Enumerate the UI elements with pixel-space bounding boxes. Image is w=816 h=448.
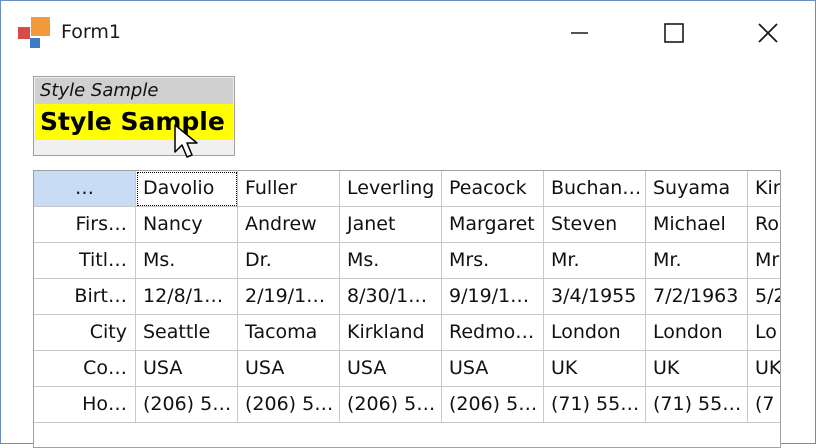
grid-cell[interactable]: Andrew [238,207,340,243]
grid-cell[interactable]: UK [544,351,646,387]
close-button[interactable] [745,13,791,53]
grid-row-header[interactable]: Birt… [34,279,136,315]
title-bar[interactable]: Form1 [1,1,815,65]
grid-cell[interactable]: Steven [544,207,646,243]
maximize-icon [664,23,684,43]
grid-cell[interactable]: (71) 55… [544,387,646,423]
grid-cell[interactable]: Kirkland [340,315,442,351]
grid-row-header[interactable]: Firs… [34,207,136,243]
grid-cell[interactable]: (206) 5… [238,387,340,423]
grid-cell[interactable]: Tacoma [238,315,340,351]
grid-cell[interactable]: London [646,315,748,351]
grid-cell[interactable]: Redmo… [442,315,544,351]
style-sample-box[interactable]: Style Sample Style Sample [33,76,235,156]
grid-cell[interactable]: UK [646,351,748,387]
style-sample-italic: Style Sample [35,78,233,104]
minimize-icon [571,32,588,34]
grid-cell[interactable]: London [544,315,646,351]
grid-cell[interactable]: Nancy [136,207,238,243]
grid-cell[interactable]: UK [748,351,780,387]
grid-cell[interactable]: Janet [340,207,442,243]
grid-cell[interactable]: 8/30/1… [340,279,442,315]
grid-cell[interactable]: Mr [748,243,780,279]
client-area: Style Sample Style Sample … Davolio Fuller… [1,65,815,448]
app-icon [18,17,50,49]
grid-column-header[interactable]: Leverling [340,171,442,207]
property-grid[interactable]: … Davolio Fuller Leverling Peacock Buchan… Suy… [33,170,781,448]
grid-cell[interactable]: (7 [748,387,780,423]
minimize-button[interactable] [557,13,603,53]
grid-column-header[interactable]: Suyama [646,171,748,207]
close-icon [758,23,778,43]
grid-cell[interactable]: Ro [748,207,780,243]
grid-cell[interactable]: USA [340,351,442,387]
grid-cell[interactable]: Lo [748,315,780,351]
mouse-cursor-icon [174,124,198,158]
window-title: Form1 [61,21,121,43]
grid-corner-cell[interactable]: … [34,171,136,207]
grid-cell[interactable]: 3/4/1955 [544,279,646,315]
grid-column-header[interactable]: Buchan… [544,171,646,207]
grid-row-header[interactable]: Titl… [34,243,136,279]
grid-row-header[interactable]: Co… [34,351,136,387]
grid-cell[interactable]: 12/8/1… [136,279,238,315]
grid-cell[interactable]: Michael [646,207,748,243]
grid-cell[interactable]: (206) 5… [442,387,544,423]
grid-cell[interactable]: USA [442,351,544,387]
grid-cell[interactable]: Seattle [136,315,238,351]
grid-cell[interactable]: 9/19/1… [442,279,544,315]
grid-cell[interactable]: USA [238,351,340,387]
grid-cell[interactable]: Mr. [544,243,646,279]
grid-cell[interactable]: (206) 5… [340,387,442,423]
grid-cell[interactable]: 2/19/1… [238,279,340,315]
grid-cell[interactable]: 5/2 [748,279,780,315]
form-window: Form1 Style Sample Style Sample … Davolio… [0,0,816,448]
maximize-button[interactable] [651,13,697,53]
grid-cell[interactable]: USA [136,351,238,387]
grid-cell[interactable]: (71) 55… [646,387,748,423]
grid-cell[interactable]: Margaret [442,207,544,243]
grid-cell[interactable]: Mrs. [442,243,544,279]
grid-cell[interactable]: Ms. [136,243,238,279]
grid-cell[interactable]: (206) 5… [136,387,238,423]
grid-cell[interactable]: Mr. [646,243,748,279]
grid-cell[interactable]: Ms. [340,243,442,279]
grid-column-header[interactable]: Kir [748,171,780,207]
grid-cell[interactable]: 7/2/1963 [646,279,748,315]
grid-column-header[interactable]: Peacock [442,171,544,207]
grid-row-header[interactable]: Ho… [34,387,136,423]
grid-column-header[interactable]: Fuller [238,171,340,207]
style-sample-bold: Style Sample [35,104,233,140]
grid-row-header[interactable]: City [34,315,136,351]
grid-column-header[interactable]: Davolio [136,171,238,207]
grid-cell[interactable]: Dr. [238,243,340,279]
